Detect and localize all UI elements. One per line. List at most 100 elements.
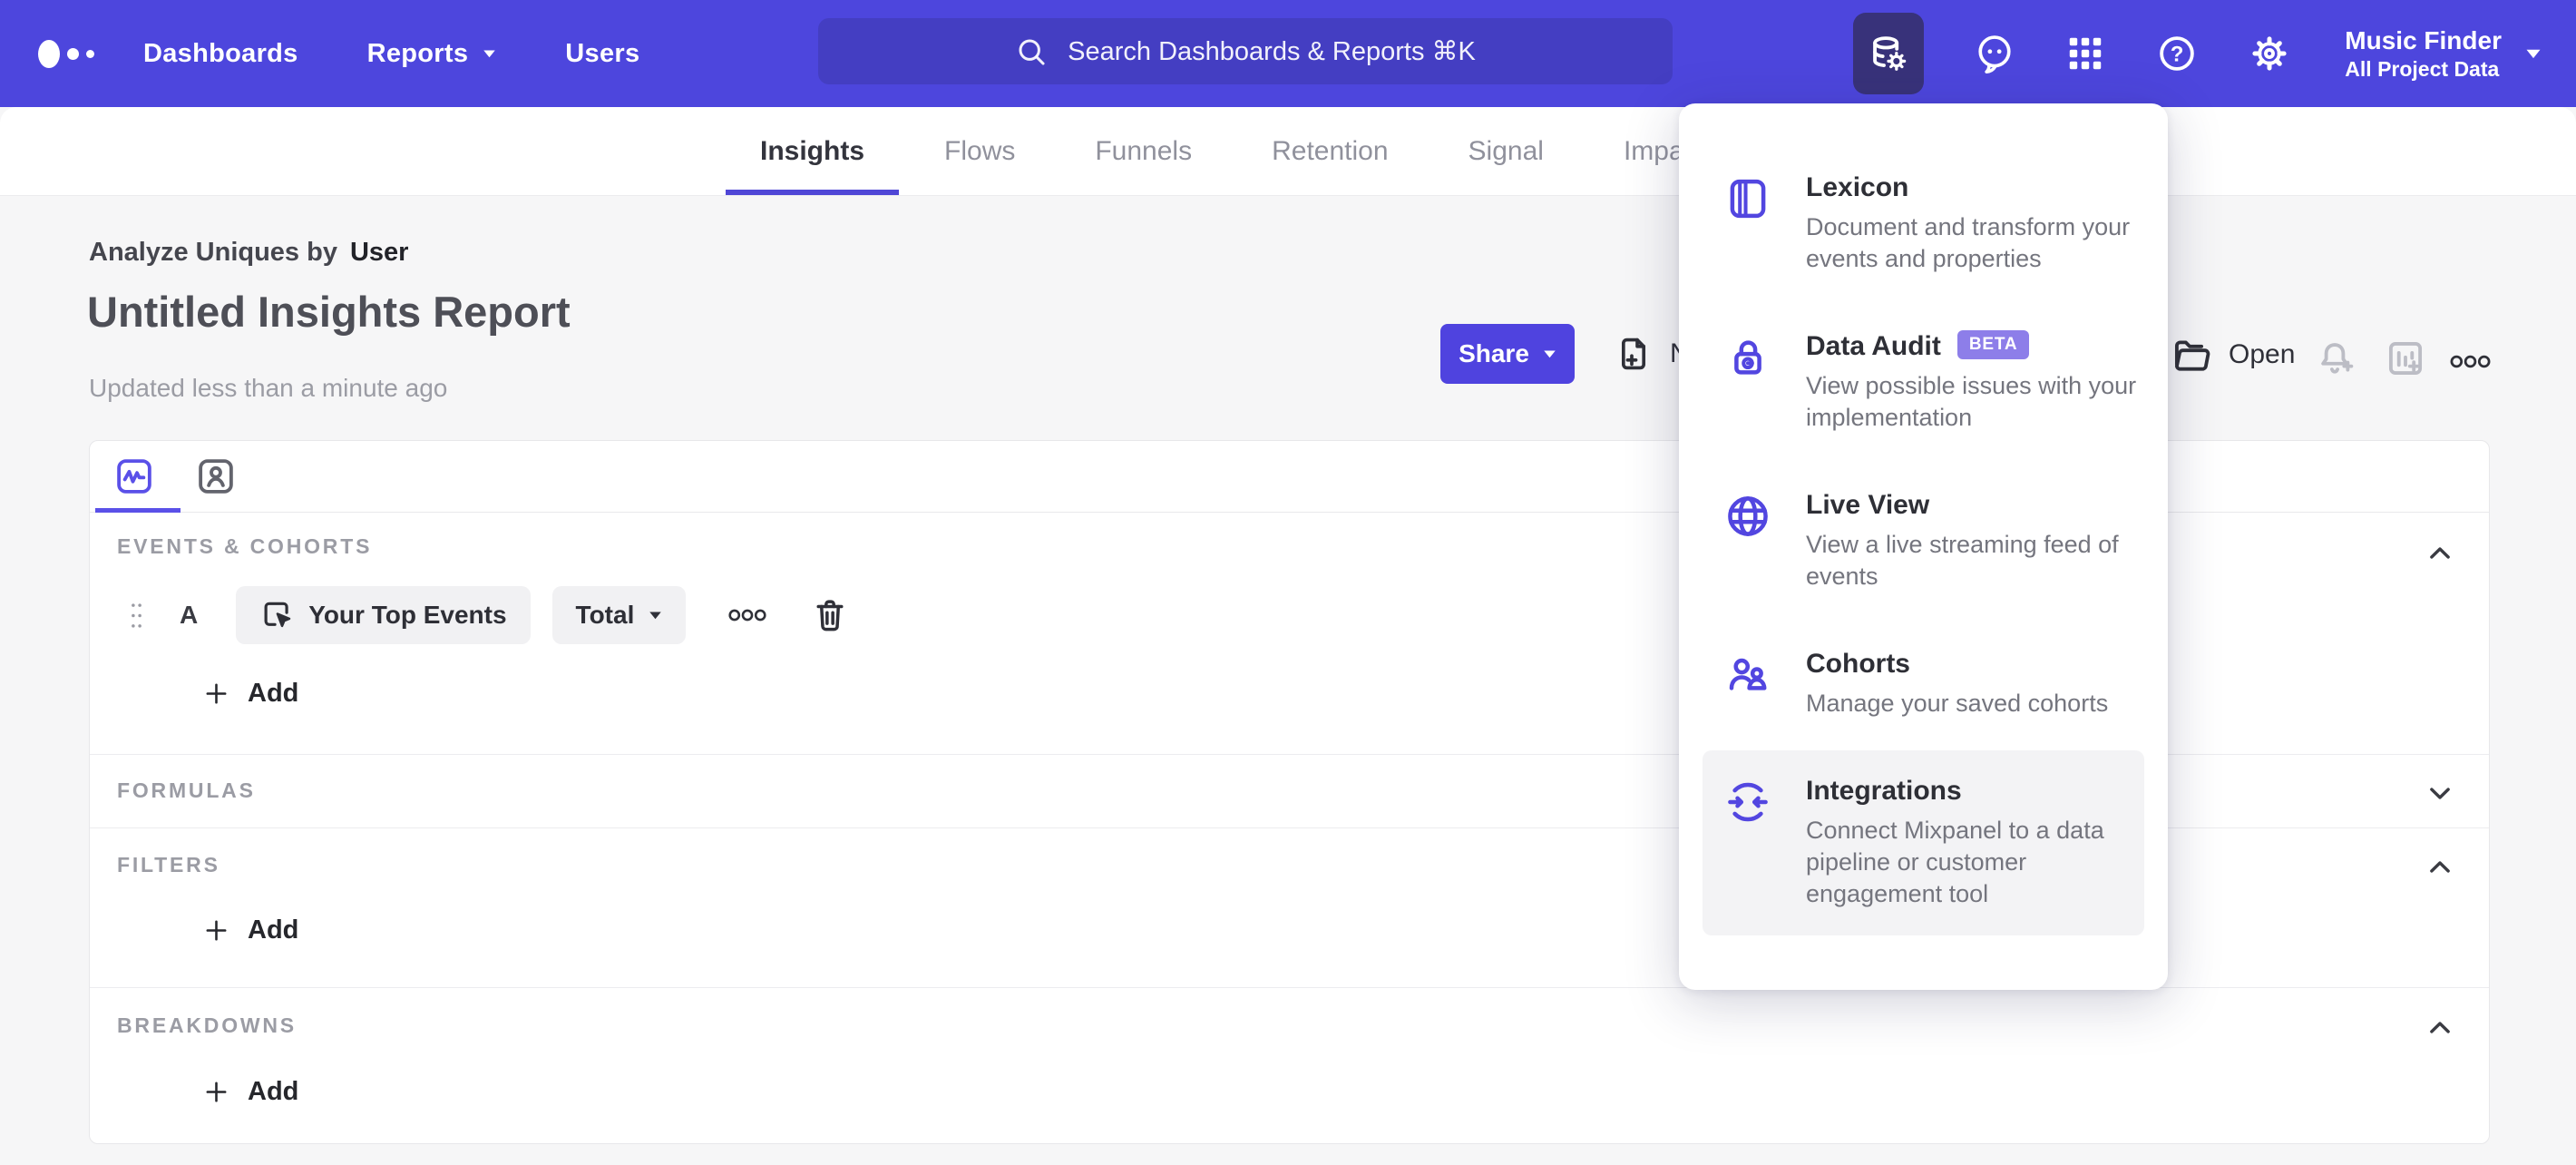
- ellipsis-icon: [728, 609, 766, 622]
- apps-grid-button[interactable]: [2065, 34, 2105, 73]
- collapse-filters-button[interactable]: [2422, 849, 2458, 886]
- gear-icon: [2252, 36, 2287, 71]
- feedback-button[interactable]: [1975, 33, 2015, 74]
- tab-flows[interactable]: Flows: [944, 107, 1015, 195]
- menu-item-description: Document and transform your events and p…: [1806, 213, 2131, 272]
- integrations-sync-icon: [1728, 782, 1768, 822]
- help-button[interactable]: ?: [2156, 33, 2198, 74]
- settings-button[interactable]: [2249, 33, 2290, 74]
- add-label: Add: [248, 679, 299, 708]
- report-tabs: Insights Flows Funnels Retention Signal …: [725, 107, 1705, 195]
- tab-signal[interactable]: Signal: [1469, 107, 1544, 195]
- mixpanel-logo-icon[interactable]: [38, 0, 94, 107]
- search-input[interactable]: Search Dashboards & Reports ⌘K: [818, 18, 1673, 84]
- search-icon: [1019, 39, 1045, 65]
- chevron-up-icon: [2430, 547, 2450, 559]
- nav-item-reports[interactable]: Reports: [367, 39, 497, 69]
- metric-name: Total: [575, 601, 635, 629]
- tab-events-view[interactable]: [113, 455, 155, 497]
- events-cohorts-header: EVENTS & COHORTS: [117, 534, 373, 558]
- tab-label: Signal: [1468, 135, 1544, 166]
- tab-users-view[interactable]: [195, 455, 237, 497]
- help-icon: ?: [2160, 36, 2195, 71]
- more-actions-button[interactable]: [2449, 354, 2492, 369]
- event-row-a: A Your Top Events Total: [130, 586, 849, 644]
- metric-selector[interactable]: Total: [551, 586, 687, 644]
- filters-header: FILTERS: [117, 853, 220, 876]
- chevron-down-icon: [649, 612, 662, 620]
- chat-bubble-icon: [1978, 35, 2011, 73]
- nav-item-label: Dashboards: [143, 38, 298, 68]
- chevron-down-icon[interactable]: [2525, 48, 2542, 59]
- row-delete-button[interactable]: [811, 596, 849, 634]
- user-card-icon: [199, 459, 233, 494]
- logo-dot: [86, 49, 94, 58]
- nav-item-users[interactable]: Users: [565, 39, 639, 69]
- breakdowns-header: BREAKDOWNS: [117, 1013, 297, 1037]
- menu-item-description: View a live streaming feed of events: [1806, 531, 2119, 590]
- line-chart-icon: [117, 459, 151, 494]
- add-event-button[interactable]: Add: [202, 679, 298, 709]
- plus-icon: [206, 683, 227, 704]
- tab-retention[interactable]: Retention: [1272, 107, 1388, 195]
- menu-item-integrations[interactable]: Integrations Connect Mixpanel to a data …: [1703, 750, 2144, 935]
- formulas-header: FORMULAS: [117, 778, 256, 802]
- add-filter-button[interactable]: Add: [202, 915, 298, 945]
- menu-item-live-view[interactable]: Live View View a live streaming feed of …: [1703, 465, 2144, 618]
- collapse-events-button[interactable]: [2422, 535, 2458, 572]
- open-report-button[interactable]: Open: [2171, 334, 2295, 376]
- analyze-value-dropdown[interactable]: User: [350, 238, 409, 267]
- report-tab-bar: Insights Flows Funnels Retention Signal …: [0, 107, 2576, 196]
- project-selector[interactable]: Music Finder All Project Data: [2345, 25, 2502, 82]
- menu-item-lexicon[interactable]: Lexicon Document and transform your even…: [1703, 147, 2144, 300]
- globe-icon: [1728, 496, 1768, 536]
- project-name: Music Finder: [2345, 25, 2502, 54]
- search-placeholder: Search Dashboards & Reports ⌘K: [1068, 37, 1476, 66]
- menu-item-title: Live View: [1806, 490, 1930, 520]
- top-nav: Dashboards Reports Users Search Dashboar…: [0, 0, 2576, 107]
- nav-item-dashboards[interactable]: Dashboards: [143, 39, 298, 69]
- collapse-breakdowns-button[interactable]: [2422, 1010, 2458, 1046]
- chevron-down-icon: [1544, 350, 1556, 358]
- lexicon-icon: [1730, 179, 1766, 219]
- menu-item-title: Integrations: [1806, 776, 1962, 806]
- menu-item-title: Data Audit: [1806, 331, 1941, 361]
- updated-timestamp: Updated less than a minute ago: [89, 374, 448, 402]
- tab-label: Retention: [1272, 135, 1389, 166]
- create-alert-button[interactable]: [2314, 338, 2356, 379]
- share-button[interactable]: Share: [1440, 324, 1575, 384]
- nav-item-label: Users: [565, 38, 640, 68]
- menu-item-cohorts[interactable]: Cohorts Manage your saved cohorts: [1703, 623, 2144, 745]
- add-to-board-button[interactable]: [2385, 338, 2426, 379]
- nav-right-cluster: ? Music Finder All Project Data: [1853, 0, 2542, 107]
- bell-plus-icon: [2321, 343, 2354, 374]
- drag-handle[interactable]: [130, 602, 143, 630]
- menu-item-title: Cohorts: [1806, 649, 1910, 679]
- add-label: Add: [248, 915, 299, 945]
- expand-formulas-button[interactable]: [2422, 775, 2458, 811]
- data-management-button[interactable]: [1853, 13, 1925, 94]
- open-label: Open: [2229, 339, 2296, 369]
- tab-insights[interactable]: Insights: [725, 107, 900, 195]
- nav-item-label: Reports: [366, 38, 469, 68]
- data-management-menu: Lexicon Document and transform your even…: [1679, 103, 2168, 990]
- menu-item-description: View possible issues with your implement…: [1806, 372, 2137, 431]
- report-title[interactable]: Untitled Insights Report: [87, 287, 571, 337]
- data-audit-lock-icon: [1734, 340, 1761, 375]
- trash-icon: [816, 600, 844, 631]
- menu-item-description: Manage your saved cohorts: [1806, 690, 2109, 717]
- add-breakdown-button[interactable]: Add: [202, 1077, 298, 1107]
- menu-item-data-audit[interactable]: Data Audit BETA View possible issues wit…: [1703, 306, 2144, 459]
- row-letter: A: [180, 601, 199, 629]
- tab-label: Insights: [760, 135, 865, 166]
- logo-dot: [38, 39, 60, 68]
- tab-funnels[interactable]: Funnels: [1095, 107, 1192, 195]
- row-more-button[interactable]: [727, 608, 767, 622]
- analyze-uniques-row: Analyze Uniques by User: [89, 238, 408, 268]
- mixpanel-insights-page: Dashboards Reports Users Search Dashboar…: [0, 0, 2576, 1165]
- database-gear-icon: [1873, 36, 1907, 71]
- svg-text:?: ?: [2171, 42, 2184, 66]
- event-selector[interactable]: Your Top Events: [236, 586, 531, 644]
- plus-icon: [206, 920, 227, 941]
- tab-label: Flows: [944, 135, 1016, 166]
